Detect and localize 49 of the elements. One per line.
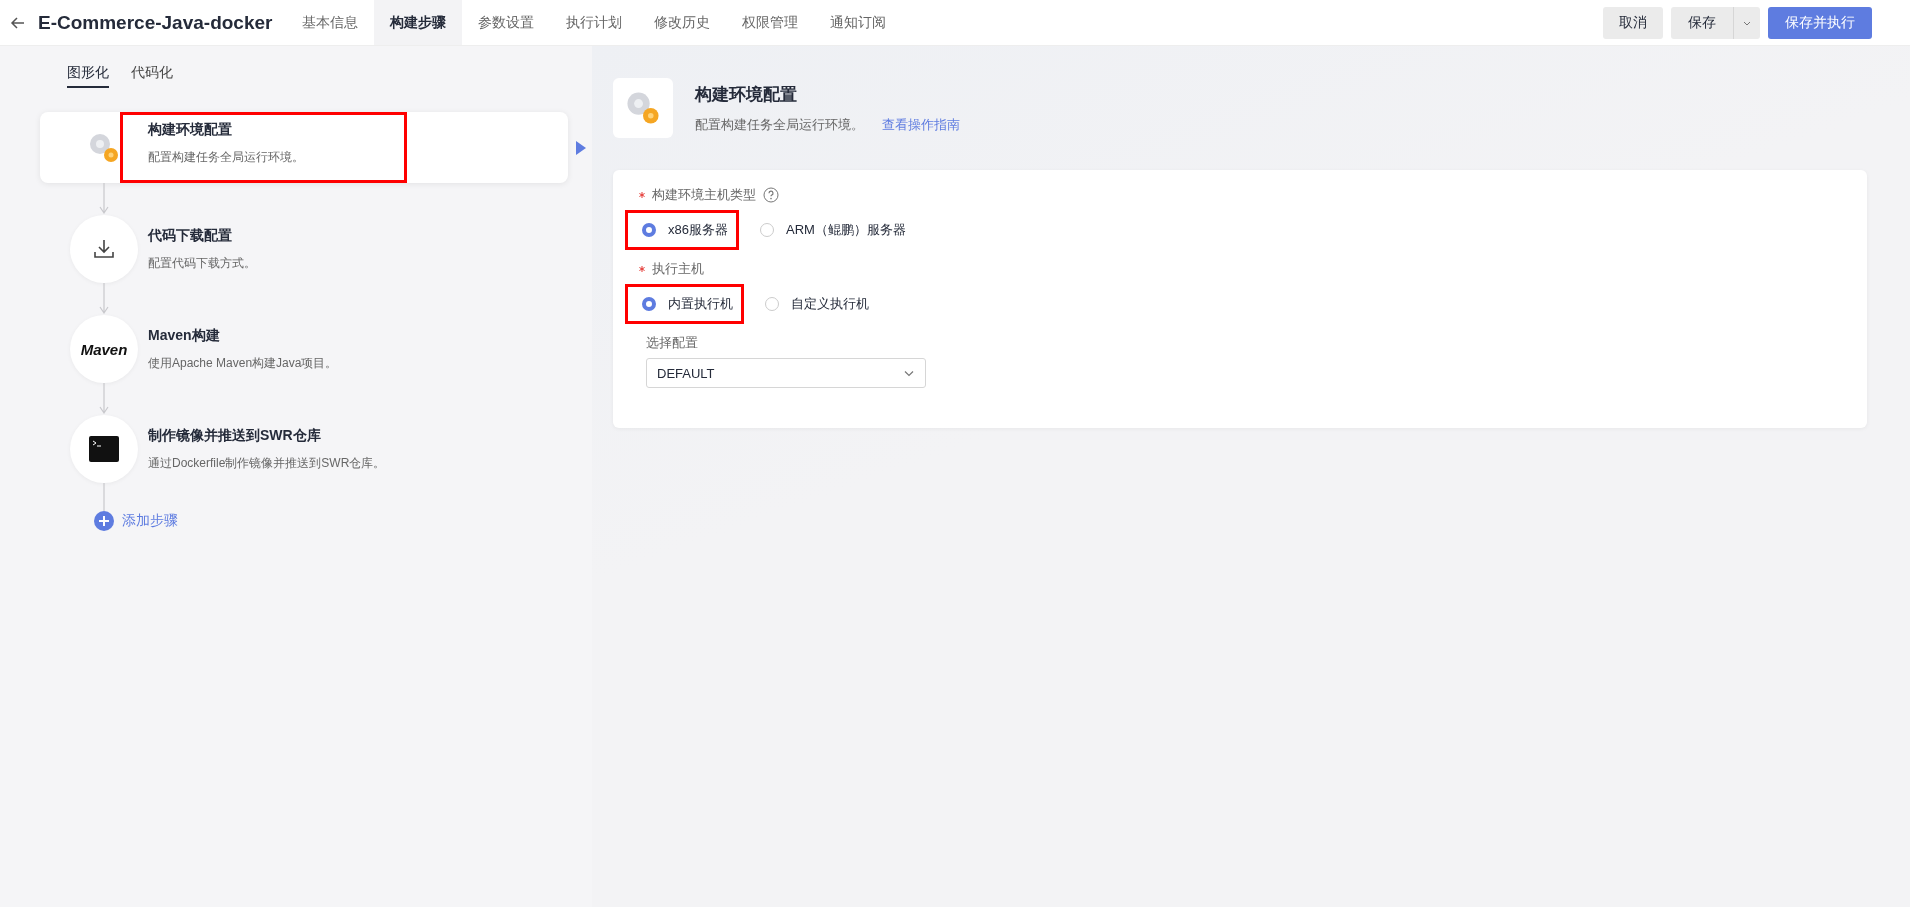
field-label: 执行主机	[652, 260, 704, 278]
tab[interactable]: 权限管理	[726, 0, 815, 45]
config-select[interactable]: DEFAULT	[646, 358, 926, 388]
pipeline-step[interactable]: 代码下载配置 配置代码下载方式。	[40, 215, 568, 283]
pipeline-title: E-Commerce-Java-docker	[38, 11, 273, 34]
mode-tab[interactable]: 代码化	[131, 60, 173, 88]
mode-tab[interactable]: 图形化	[67, 60, 109, 88]
terminal-icon	[89, 436, 119, 462]
maven-logo: Maven	[80, 340, 128, 358]
cancel-button[interactable]: 取消	[1603, 6, 1663, 39]
step-title: Maven构建	[148, 326, 221, 345]
step-description: 使用Apache Maven构建Java项目。	[148, 354, 338, 372]
tab[interactable]: 通知订阅	[814, 0, 903, 45]
add-step-link[interactable]: 添加步骤	[94, 511, 592, 531]
radio-option[interactable]: ARM（鲲鹏）服务器	[742, 210, 917, 250]
pipeline-step[interactable]: Maven Maven构建 使用Apache Maven构建Java项目。	[40, 315, 568, 383]
tab[interactable]: 基本信息	[286, 0, 375, 45]
step-title: 代码下载配置	[148, 226, 233, 245]
step-title: 构建环境配置	[148, 121, 233, 139]
detail-title: 构建环境配置	[695, 83, 798, 106]
radio-option[interactable]: 内置执行机	[625, 284, 744, 324]
required-asterisk-icon	[639, 192, 645, 198]
step-description: 通过Dockerfile制作镜像并推送到SWR仓库。	[148, 454, 386, 472]
tab[interactable]: 构建步骤	[374, 0, 463, 45]
connector-arrow	[98, 183, 110, 215]
detail-description: 配置构建任务全局运行环境。	[695, 115, 864, 134]
radio-option[interactable]: 自定义执行机	[748, 284, 880, 324]
radio-option[interactable]: x86服务器	[625, 210, 739, 250]
tab[interactable]: 执行计划	[550, 0, 639, 45]
required-asterisk-icon	[639, 266, 645, 272]
tab[interactable]: 修改历史	[638, 0, 727, 45]
tab[interactable]: 参数设置	[462, 0, 551, 45]
help-icon[interactable]	[763, 187, 779, 203]
step-title: 制作镜像并推送到SWR仓库	[148, 426, 322, 445]
connector-arrow	[98, 383, 110, 415]
field-label: 选择配置	[645, 334, 699, 352]
plus-circle-icon	[94, 511, 114, 531]
back-arrow-icon[interactable]	[10, 14, 26, 31]
pipeline-step[interactable]: 构建环境配置 配置构建任务全局运行环境。	[40, 112, 568, 183]
save-button[interactable]: 保存	[1671, 6, 1734, 39]
guide-link[interactable]: 查看操作指南	[882, 115, 960, 134]
step-description: 配置代码下载方式。	[148, 254, 256, 272]
download-icon	[93, 238, 115, 260]
field-label: 构建环境主机类型	[652, 186, 756, 204]
save-and-run-button[interactable]: 保存并执行	[1768, 6, 1872, 39]
selected-pointer-icon	[576, 140, 586, 155]
step-description: 配置构建任务全局运行环境。	[148, 149, 304, 166]
connector-arrow	[98, 283, 110, 315]
pipeline-step[interactable]: 制作镜像并推送到SWR仓库 通过Dockerfile制作镜像并推送到SWR仓库。	[40, 415, 568, 483]
